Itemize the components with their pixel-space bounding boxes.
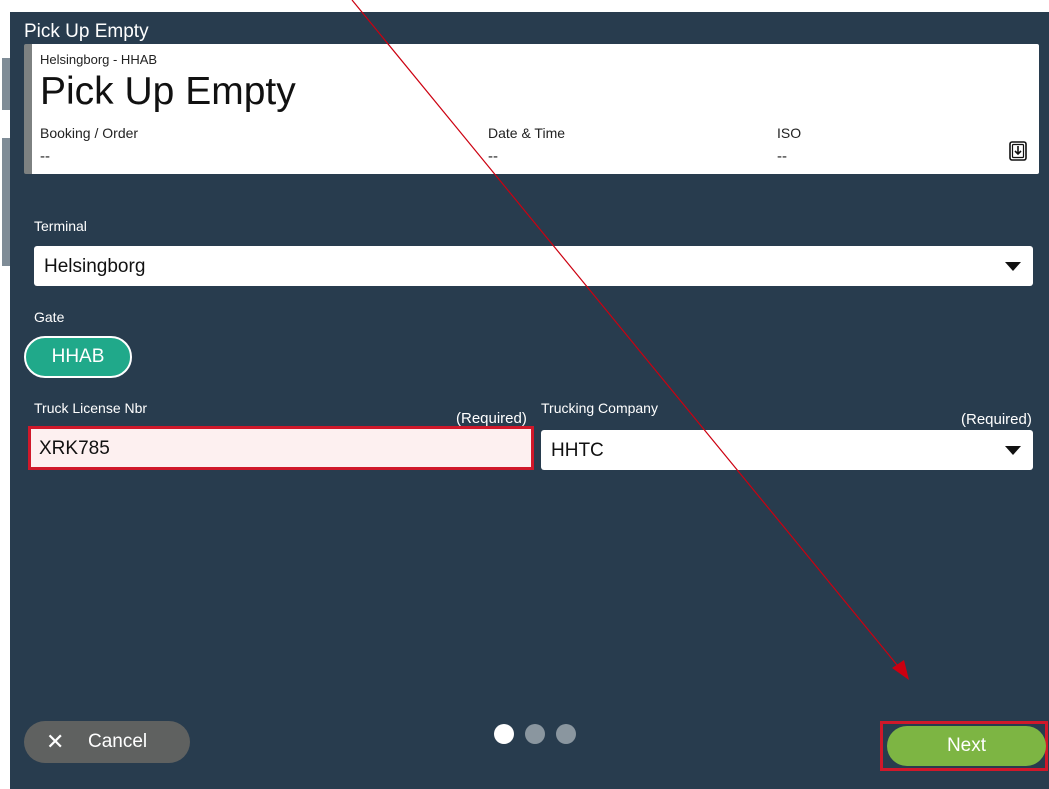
gate-label: Gate [34, 309, 65, 325]
gate-chip-hhab[interactable]: HHAB [24, 336, 132, 378]
next-label: Next [946, 735, 987, 756]
cancel-label: Cancel [88, 731, 148, 752]
terminal-select[interactable]: Helsingborg [34, 246, 1033, 286]
export-icon[interactable] [1009, 141, 1027, 161]
trucking-company-required: (Required) [961, 411, 1032, 428]
gate-chip-label: HHAB [51, 346, 105, 367]
terminal-label: Terminal [34, 218, 87, 234]
truck-license-input[interactable]: XRK785 [28, 426, 534, 470]
pager-dot-3[interactable] [556, 724, 576, 744]
left-edge-strip [0, 0, 10, 789]
truck-license-required: (Required) [456, 410, 527, 427]
date-time-label: Date & Time [488, 125, 566, 141]
pager-dot-2[interactable] [525, 724, 545, 744]
cancel-button[interactable]: ✕ Cancel [24, 721, 190, 763]
terminal-value: Helsingborg [44, 256, 146, 277]
card-title: Pick Up Empty [40, 70, 296, 113]
trucking-company-label: Trucking Company [541, 400, 658, 416]
next-highlight-box: Next [880, 721, 1048, 771]
card-location: Helsingborg - HHAB [40, 52, 158, 67]
chevron-down-icon [1005, 446, 1021, 455]
pager-dot-1[interactable] [494, 724, 514, 744]
chevron-down-icon [1005, 262, 1021, 271]
trucking-company-value: HHTC [551, 440, 604, 461]
summary-card: Helsingborg - HHAB Pick Up Empty Booking… [24, 44, 1039, 174]
side-tab [2, 58, 10, 110]
trucking-company-select[interactable]: HHTC [541, 430, 1033, 470]
booking-order-label: Booking / Order [40, 125, 139, 141]
side-tab [2, 138, 10, 266]
date-time-value: -- [488, 148, 498, 165]
truck-license-label: Truck License Nbr [34, 400, 148, 416]
iso-value: -- [777, 148, 787, 165]
truck-license-value: XRK785 [39, 438, 110, 459]
next-button[interactable]: Next [887, 726, 1046, 766]
iso-label: ISO [777, 125, 802, 141]
booking-order-value: -- [40, 148, 50, 165]
close-icon: ✕ [46, 729, 65, 754]
page-title: Pick Up Empty [24, 21, 149, 42]
